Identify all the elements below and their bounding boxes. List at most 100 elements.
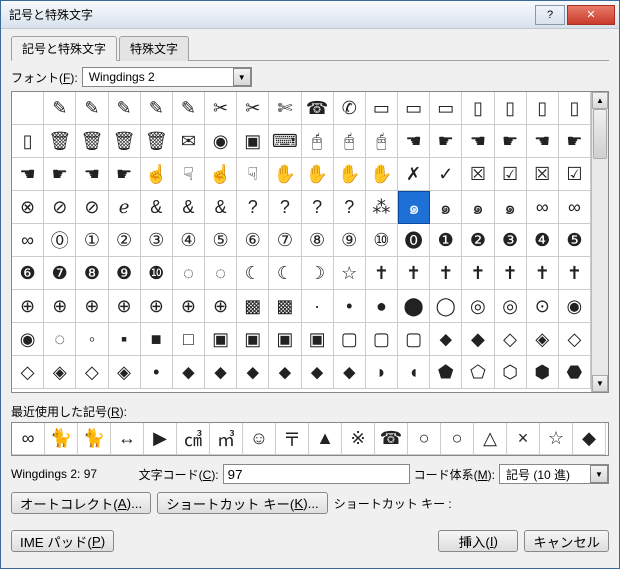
symbol-cell[interactable]: ⊕ [44, 290, 76, 323]
symbol-cell[interactable]: ✂ [205, 92, 237, 125]
symbol-cell[interactable]: 🖰 [334, 125, 366, 158]
symbol-cell[interactable]: ◉ [205, 125, 237, 158]
symbol-cell[interactable]: ◉ [559, 290, 591, 323]
symbol-cell[interactable]: ❺ [559, 224, 591, 257]
symbol-cell[interactable]: ❼ [44, 257, 76, 290]
symbol-cell[interactable]: ☚ [527, 125, 559, 158]
symbol-cell[interactable]: ☒ [527, 158, 559, 191]
symbol-cell[interactable]: ❸ [495, 224, 527, 257]
symbol-cell[interactable]: ❿ [141, 257, 173, 290]
symbol-cell[interactable]: ? [334, 191, 366, 224]
symbol-cell[interactable]: ▭ [366, 92, 398, 125]
symbol-cell[interactable]: ▩ [269, 290, 301, 323]
symbol-cell[interactable]: ⌨ [269, 125, 301, 158]
symbol-grid[interactable]: ✎✎✎✎✎✂✂✄☎✆▭▭▭▯▯▯▯▯🗑🗑🗑🗑✉◉▣⌨🖰🖰🖰☚☛☚☛☚☛☚☛☚☛☝… [12, 92, 591, 392]
symbol-cell[interactable]: ☎ [302, 92, 334, 125]
symbol-cell[interactable]: 🗑 [44, 125, 76, 158]
symbol-cell[interactable]: ⊕ [205, 290, 237, 323]
symbol-cell[interactable]: ☚ [12, 158, 44, 191]
symbol-cell[interactable] [12, 92, 44, 125]
autocorrect-button[interactable]: オートコレクト(A)... [11, 492, 151, 514]
symbol-cell[interactable]: ☚ [398, 125, 430, 158]
symbol-cell[interactable]: ☛ [559, 125, 591, 158]
scroll-up-icon[interactable]: ▲ [592, 92, 608, 109]
symbol-cell[interactable]: ⬥ [430, 323, 462, 356]
symbol-cell[interactable]: ☑ [495, 158, 527, 191]
symbol-cell[interactable]: ⑦ [269, 224, 301, 257]
recent-symbol-cell[interactable]: ▲ [309, 423, 342, 455]
recent-symbol-cell[interactable]: 🐈 [78, 423, 111, 455]
symbol-cell[interactable]: ◖ [398, 356, 430, 389]
symbol-cell[interactable]: ⑩ [366, 224, 398, 257]
symbol-cell[interactable]: ② [109, 224, 141, 257]
symbol-cell[interactable]: ▩ [237, 290, 269, 323]
symbol-cell[interactable]: ⬥ [269, 356, 301, 389]
recent-symbol-cell[interactable]: ㎥ [210, 423, 243, 455]
symbol-cell[interactable]: ☝ [205, 158, 237, 191]
symbol-cell[interactable]: ❹ [527, 224, 559, 257]
symbol-cell[interactable]: ⁂ [366, 191, 398, 224]
symbol-cell[interactable]: ◈ [527, 323, 559, 356]
symbol-cell[interactable]: ⊗ [12, 191, 44, 224]
symbol-cell[interactable]: ⊕ [76, 290, 108, 323]
symbol-cell[interactable]: ☒ [462, 158, 494, 191]
symbol-cell[interactable]: ⑧ [302, 224, 334, 257]
symbol-cell[interactable]: ▢ [398, 323, 430, 356]
symbol-cell[interactable]: ▣ [269, 323, 301, 356]
symbol-cell[interactable]: ▣ [237, 125, 269, 158]
symbol-cell[interactable]: ☛ [109, 158, 141, 191]
symbol-cell[interactable]: ▯ [527, 92, 559, 125]
symbol-cell[interactable]: ✄ [269, 92, 301, 125]
symbol-cell[interactable]: ✎ [141, 92, 173, 125]
symbol-cell[interactable]: ✓ [430, 158, 462, 191]
recent-symbol-cell[interactable]: ㎤ [177, 423, 210, 455]
symbol-cell[interactable]: ✆ [334, 92, 366, 125]
symbol-cell[interactable]: ❾ [109, 257, 141, 290]
symbol-cell[interactable]: ✋ [302, 158, 334, 191]
symbol-cell[interactable]: 🖰 [302, 125, 334, 158]
symbol-cell[interactable]: & [173, 191, 205, 224]
symbol-cell[interactable]: 🗑 [141, 125, 173, 158]
symbol-cell[interactable]: ◇ [12, 356, 44, 389]
symbol-cell[interactable]: ⑤ [205, 224, 237, 257]
titlebar[interactable]: 記号と特殊文字 ? ✕ [1, 1, 619, 29]
symbol-cell[interactable]: ✋ [334, 158, 366, 191]
recent-symbol-cell[interactable]: ○ [441, 423, 474, 455]
symbol-cell[interactable]: ⊕ [141, 290, 173, 323]
code-system-dropdown-icon[interactable]: ▼ [590, 465, 608, 483]
symbol-cell[interactable]: ☾ [269, 257, 301, 290]
symbol-cell[interactable]: & [205, 191, 237, 224]
symbol-cell[interactable]: ▢ [366, 323, 398, 356]
symbol-cell[interactable]: ◇ [76, 356, 108, 389]
symbol-cell[interactable]: ◌ [173, 257, 205, 290]
symbol-cell[interactable]: ⬥ [302, 356, 334, 389]
symbol-cell[interactable]: ℯ [109, 191, 141, 224]
symbol-cell[interactable]: ⬤ [398, 290, 430, 323]
symbol-cell[interactable]: ✎ [76, 92, 108, 125]
symbol-cell[interactable]: ◗ [366, 356, 398, 389]
symbol-cell[interactable]: ⊕ [109, 290, 141, 323]
symbol-cell[interactable]: ๑ [398, 191, 430, 224]
cancel-button[interactable]: キャンセル [524, 530, 609, 552]
symbol-cell[interactable]: ▣ [237, 323, 269, 356]
symbol-cell[interactable]: ▪ [109, 323, 141, 356]
symbol-cell[interactable]: ✝ [495, 257, 527, 290]
symbol-cell[interactable]: ■ [141, 323, 173, 356]
symbol-cell[interactable]: ✝ [398, 257, 430, 290]
symbol-cell[interactable]: ▣ [205, 323, 237, 356]
symbol-cell[interactable]: ③ [141, 224, 173, 257]
symbol-cell[interactable]: ⑥ [237, 224, 269, 257]
symbol-cell[interactable]: ๑ [462, 191, 494, 224]
symbol-cell[interactable]: ☾ [237, 257, 269, 290]
symbol-cell[interactable]: ▯ [495, 92, 527, 125]
symbol-cell[interactable]: ∞ [527, 191, 559, 224]
symbol-cell[interactable]: ⊘ [76, 191, 108, 224]
symbol-cell[interactable]: ◆ [462, 323, 494, 356]
symbol-cell[interactable]: ▯ [559, 92, 591, 125]
symbol-cell[interactable]: ⬥ [173, 356, 205, 389]
symbol-cell[interactable]: ⬥ [237, 356, 269, 389]
symbol-cell[interactable]: 🗑 [109, 125, 141, 158]
symbol-cell[interactable]: ☑ [559, 158, 591, 191]
scroll-down-icon[interactable]: ▼ [592, 375, 608, 392]
symbol-cell[interactable]: ☆ [334, 257, 366, 290]
